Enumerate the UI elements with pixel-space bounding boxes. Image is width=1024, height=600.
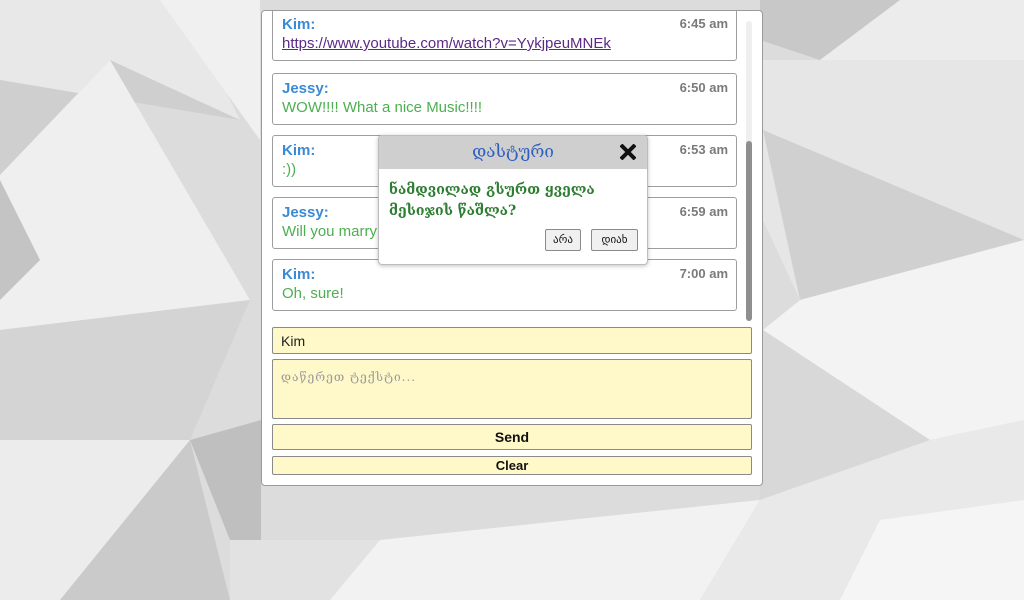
dialog-no-button[interactable]: არა [545, 229, 581, 251]
message-text: Will you marry [282, 223, 378, 240]
message-time: 6:50 am [679, 80, 728, 95]
message-scrollbar[interactable] [746, 21, 752, 321]
clear-button[interactable]: Clear [272, 456, 752, 475]
send-button[interactable]: Send [272, 424, 752, 450]
message-time: 6:53 am [679, 142, 728, 157]
message-text: :)) [282, 161, 297, 178]
message-link[interactable]: https://www.youtube.com/watch?v=YykjpeuM… [282, 35, 611, 52]
message-text: WOW!!!! What a nice Music!!!! [282, 99, 483, 116]
message-text: Oh, sure! [282, 285, 344, 302]
dialog-message: ნამდვილად გსურთ ყველა მესიჯის წაშლა? [389, 182, 595, 219]
message-author: Kim: [282, 16, 316, 33]
message-author: Kim: [282, 142, 316, 159]
scrollbar-thumb[interactable] [746, 141, 752, 321]
message-textarea[interactable] [272, 359, 752, 419]
dialog-title: დასტური [472, 142, 554, 162]
message-item: Kim: 7:00 am Oh, sure! [272, 259, 737, 311]
dialog-header: დასტური [379, 136, 647, 169]
close-icon[interactable] [619, 143, 637, 161]
message-time: 6:45 am [679, 16, 728, 31]
message-author: Jessy: [282, 204, 329, 221]
name-input[interactable] [272, 327, 752, 354]
confirm-dialog: დასტური ნამდვილად გსურთ ყველა მესიჯის წა… [378, 135, 648, 265]
message-author: Kim: [282, 266, 316, 283]
message-time: 7:00 am [679, 266, 728, 281]
message-item: Jessy: 6:50 am WOW!!!! What a nice Music… [272, 73, 737, 125]
message-time: 6:59 am [679, 204, 728, 219]
dialog-yes-button[interactable]: დიახ [591, 229, 638, 251]
message-item: Kim: 6:45 am https://www.youtube.com/wat… [272, 11, 737, 61]
message-author: Jessy: [282, 80, 329, 97]
